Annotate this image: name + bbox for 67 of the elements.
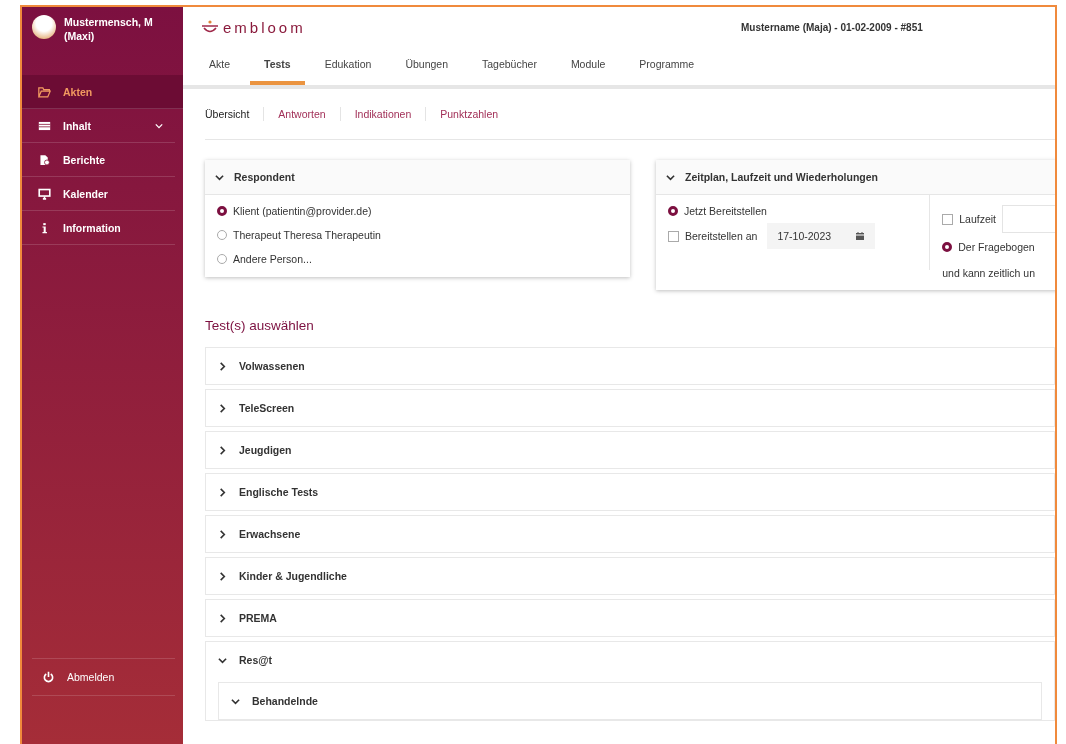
- option-label: Laufzeit: [959, 213, 996, 225]
- radio-button[interactable]: [668, 206, 678, 216]
- chevron-right-icon: [218, 361, 227, 371]
- monitor-icon: [38, 187, 51, 200]
- checkbox[interactable]: [942, 213, 954, 225]
- patient-info: Mustername (Maja) - 01-02-2009 - #851: [741, 21, 923, 33]
- note-text: und kann zeitlich un: [942, 267, 1037, 279]
- user-nickname: (Maxi): [64, 29, 96, 43]
- chevron-right-icon: [218, 487, 227, 497]
- logo-text: embloom: [223, 18, 306, 36]
- sidebar-item[interactable]: Berichte: [22, 143, 175, 177]
- table-icon: [38, 119, 51, 132]
- accordion-header[interactable]: TeleScreen: [206, 390, 1054, 426]
- panel-header[interactable]: Zeitplan, Laufzeit und Wiederholungen: [656, 160, 1055, 195]
- chevron-right-icon: [218, 445, 227, 455]
- chevron-right-icon: [218, 613, 227, 623]
- section-title: Test(s) auswählen: [205, 318, 315, 333]
- chevron-icon: [215, 172, 224, 182]
- option-label: Therapeut Theresa Therapeutin: [233, 229, 381, 241]
- sub-tab[interactable]: Antworten: [264, 108, 340, 120]
- calendar-icon: [855, 231, 866, 241]
- accordion-header[interactable]: Erwachsene: [206, 516, 1054, 552]
- tab[interactable]: Programme: [625, 47, 709, 85]
- radio-button[interactable]: [942, 242, 953, 252]
- option-label: Andere Person...: [233, 253, 312, 265]
- accordion-header[interactable]: Kinder & Jugendliche: [206, 558, 1054, 594]
- avatar: [32, 15, 56, 39]
- sidebar-item[interactable]: Kalender: [22, 177, 175, 211]
- chevron-right-icon: [218, 403, 227, 413]
- tab[interactable]: Module: [556, 47, 620, 85]
- option-label: Bereitstellen an: [685, 230, 758, 242]
- power-icon: [42, 671, 55, 683]
- chevron-down-icon: [218, 655, 227, 665]
- chevron-right-icon: [218, 571, 227, 581]
- accordion-header[interactable]: Res@t: [206, 642, 1054, 678]
- tab[interactable]: Edukation: [310, 47, 386, 85]
- panel-header[interactable]: Respondent: [205, 160, 630, 195]
- sub-tab[interactable]: Übersicht: [205, 108, 264, 120]
- chevron-down-icon: [231, 696, 240, 706]
- tab[interactable]: Tests: [250, 47, 305, 85]
- sidebar-item[interactable]: Akten: [22, 75, 183, 109]
- option-label: Der Fragebogen: [958, 241, 1035, 253]
- runtime-field[interactable]: [1002, 205, 1055, 233]
- chevron-icon: [666, 172, 675, 182]
- logout-item[interactable]: Abmelden: [32, 658, 175, 696]
- date-field[interactable]: 17-10-2023: [767, 223, 876, 249]
- document-icon: [38, 153, 51, 166]
- option-label: Klient (patientin@provider.de): [233, 205, 372, 217]
- accordion-header[interactable]: Jeugdigen: [206, 432, 1054, 468]
- tab[interactable]: Übungen: [391, 47, 462, 85]
- accordion-header[interactable]: Behandelnde: [218, 682, 1042, 720]
- sub-tab[interactable]: Indikationen: [340, 108, 426, 120]
- user-name: Mustermensch, M: [64, 15, 153, 29]
- logo-icon: [201, 20, 219, 34]
- accordion-header[interactable]: PREMA: [206, 600, 1054, 636]
- tab[interactable]: Tagebücher: [468, 47, 551, 85]
- checkbox[interactable]: [668, 230, 679, 242]
- sidebar-item[interactable]: Inhalt: [22, 109, 175, 143]
- chevron-right-icon: [218, 529, 227, 539]
- sidebar-item[interactable]: Information: [22, 211, 175, 245]
- accordion-header[interactable]: Englische Tests: [206, 474, 1054, 510]
- radio-button[interactable]: [217, 206, 227, 216]
- sub-tab[interactable]: Punktzahlen: [426, 108, 513, 120]
- accordion-header[interactable]: Volwassenen: [206, 348, 1054, 384]
- tab[interactable]: Akte: [195, 47, 244, 85]
- option-label: Jetzt Bereitstellen: [684, 205, 767, 217]
- folder-icon: [38, 85, 51, 98]
